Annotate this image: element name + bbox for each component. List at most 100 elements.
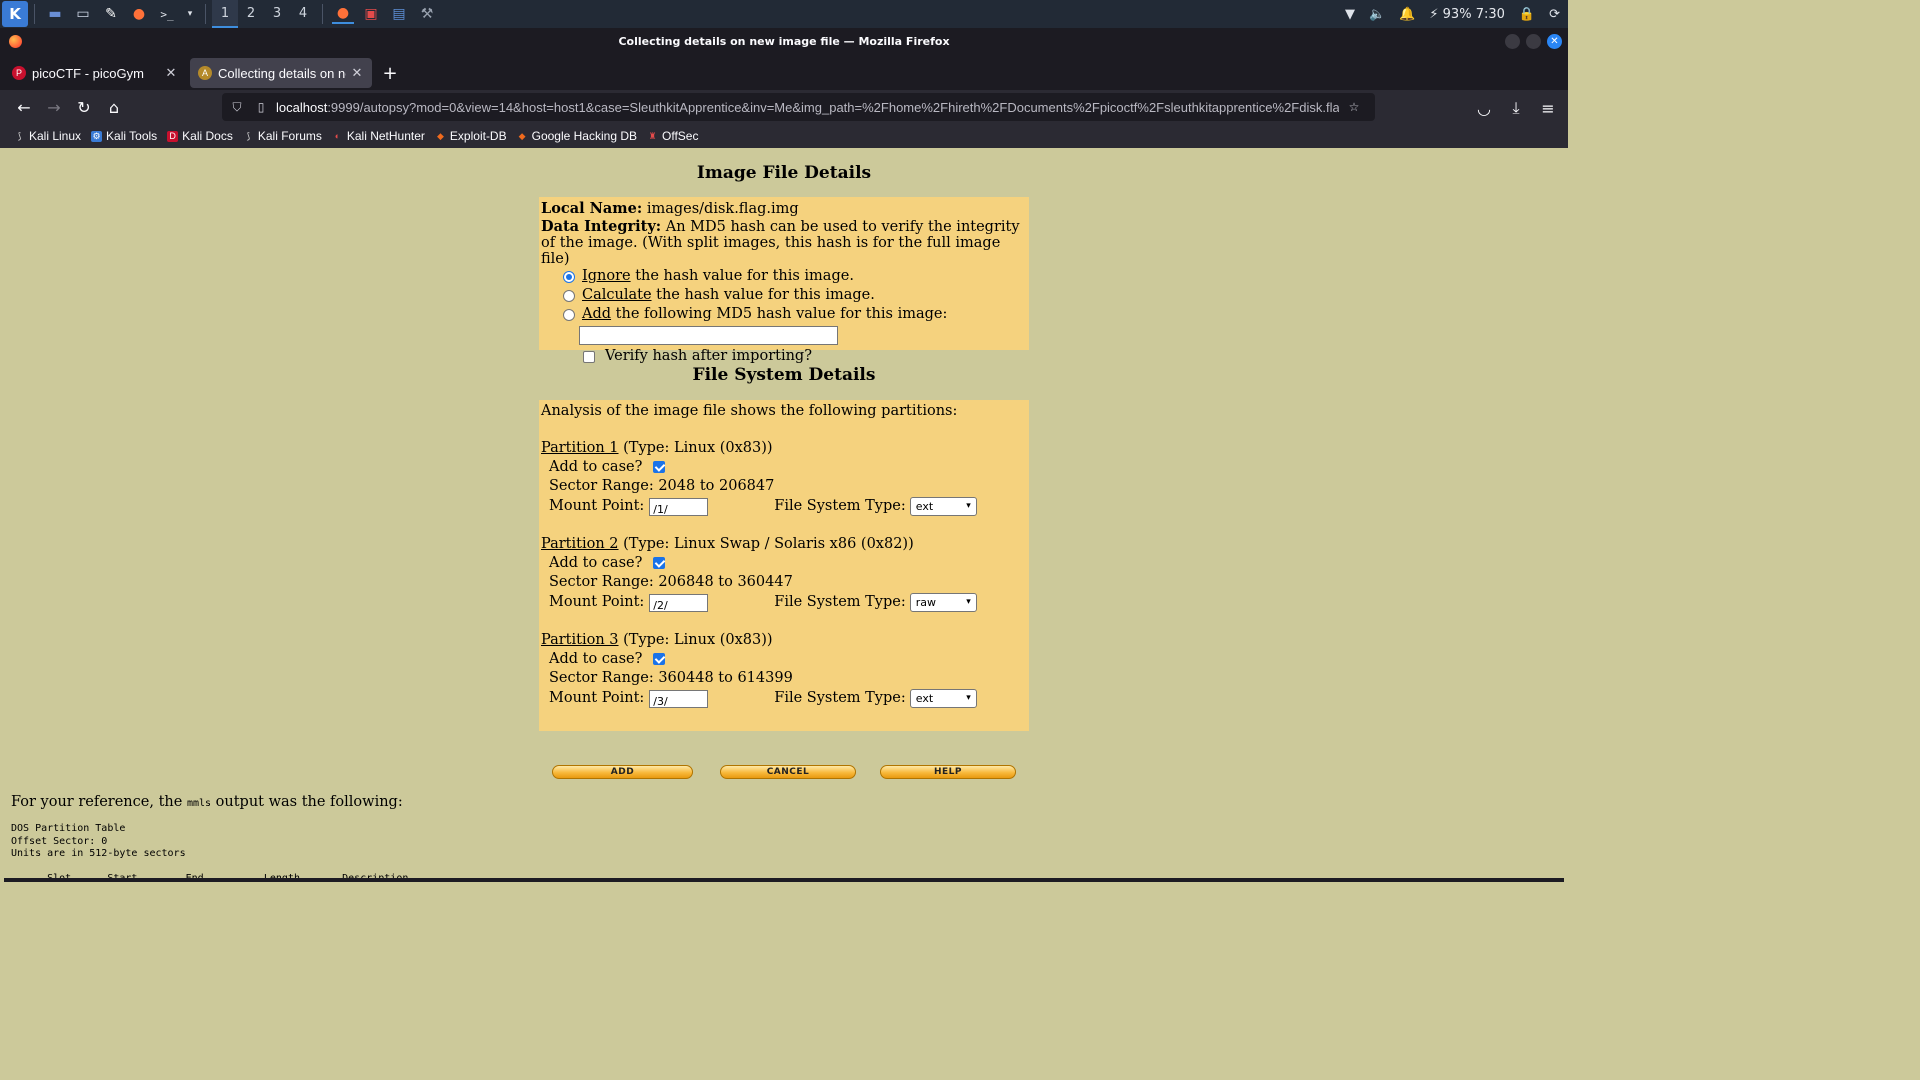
fs-type-select-1[interactable]: ext ▾ [909,497,977,516]
local-name-label: Local Name: [541,200,643,217]
url-text[interactable]: localhost:9999/autopsy?mod=0&view=14&hos… [276,100,1339,115]
workspace-2[interactable]: 2 [238,0,264,28]
partition-type: (Type: Linux (0x83)) [623,440,773,456]
power-icon[interactable]: ⟳ [1549,7,1560,22]
verify-hash-checkbox[interactable] [583,350,595,363]
integrity-label: Data Integrity: [541,218,662,235]
url-path: :9999/autopsy?mod=0&view=14&host=host1&c… [327,99,1339,115]
radio-add[interactable] [563,308,575,321]
cancel-button[interactable]: CANCEL [720,765,856,779]
add-link[interactable]: Add [582,305,611,324]
radio-calculate[interactable] [563,289,575,302]
kali-menu-icon[interactable]: K [2,1,28,27]
text-editor-icon[interactable]: ✎ [100,4,122,24]
terminal-icon[interactable]: >_ [156,4,178,24]
mmls-output: DOS Partition Table Offset Sector: 0 Uni… [11,823,409,882]
bookmark-kali-docs[interactable]: D Kali Docs [167,129,233,143]
bookmark-kali-tools[interactable]: ⚙ Kali Tools [91,129,157,143]
battery-status[interactable]: ⚡ 93% 7:30 [1429,7,1505,22]
notification-bell-icon[interactable]: 🔔 [1399,7,1415,22]
url-bar[interactable]: ⛉ ▯ localhost:9999/autopsy?mod=0&view=14… [222,93,1375,121]
app-window-icon[interactable]: ▣ [360,4,382,24]
firefox-icon[interactable]: ● [128,4,150,24]
shield-icon[interactable]: ⛉ [228,100,246,115]
mount-point-label: Mount Point: [549,594,645,610]
bookmark-label: Kali Linux [29,129,82,143]
ignore-link[interactable]: Ignore [582,267,631,286]
mount-point-label: Mount Point: [549,690,645,706]
bookmark-label: Kali Forums [257,129,322,143]
close-window-button[interactable]: ✕ [1547,34,1562,49]
file-manager-icon[interactable]: ▭ [72,4,94,24]
lock-icon[interactable]: 🔒 [1519,7,1535,22]
fs-type-select-3[interactable]: ext ▾ [909,689,977,708]
new-tab-button[interactable]: + [376,63,404,84]
folder-window-icon[interactable]: ▤ [388,4,410,24]
partition-1-link[interactable]: Partition 1 [541,440,619,456]
mount-point-input-2[interactable]: /2/ [649,593,709,612]
close-tab-icon[interactable]: ✕ [350,65,364,81]
tab-autopsy[interactable]: A Collecting details on new image file ✕ [190,58,372,88]
bookmark-kali-linux[interactable]: ⟆ Kali Linux [14,129,81,143]
add-partition-1-checkbox[interactable] [652,461,665,473]
forward-button[interactable]: → [40,93,68,121]
url-host: localhost [276,99,328,115]
mount-point-input-3[interactable]: /3/ [649,689,709,708]
add-button[interactable]: ADD [552,765,693,779]
maximize-button[interactable] [1526,34,1541,49]
partition-3-link[interactable]: Partition 3 [541,632,619,648]
home-button[interactable]: ⌂ [100,93,128,121]
reload-button[interactable]: ↻ [70,93,98,121]
close-tab-icon[interactable]: ✕ [164,65,178,81]
mount-point-input-1[interactable]: /1/ [649,497,709,516]
window-title: Collecting details on new image file — M… [618,35,950,48]
bookmark-google-hacking-db[interactable]: ◆ Google Hacking DB [517,129,637,143]
volume-icon[interactable]: 🔈 [1369,7,1385,22]
add-partition-2-checkbox[interactable] [652,557,665,569]
mmls-line: Slot Start End Length Description [11,873,409,882]
tab-picoctf[interactable]: P picoCTF - picoGym ✕ [4,58,186,88]
bookmark-star-icon[interactable]: ☆ [1345,100,1363,114]
downloads-icon[interactable]: ⤓ [1506,94,1526,122]
calculate-link[interactable]: Calculate [582,286,652,305]
wifi-icon[interactable]: ▼ [1345,7,1355,22]
bookmark-kali-nethunter[interactable]: ◐ Kali NetHunter [332,129,425,143]
workspace-3[interactable]: 3 [264,0,290,28]
menu-icon[interactable]: ≡ [1538,94,1558,122]
page-info-icon[interactable]: ▯ [252,100,270,114]
offsec-icon: ♜ [648,130,657,141]
hash-option-ignore[interactable]: Ignore the hash value for this image. [563,267,1027,286]
bookmark-label: Kali NetHunter [346,129,425,143]
hash-option-add[interactable]: Add the following MD5 hash value for thi… [563,305,1027,324]
tool-window-icon[interactable]: ⚒ [416,4,438,24]
exploit-db-icon: ◆ [436,130,444,141]
bookmark-offsec[interactable]: ♜ OffSec [647,129,698,143]
workspace-1[interactable]: 1 [212,0,238,28]
bookmark-exploit-db[interactable]: ◆ Exploit-DB [435,129,507,143]
partition-2-link[interactable]: Partition 2 [541,536,619,552]
battery-percent: 93% [1442,6,1472,22]
workspace-4[interactable]: 4 [290,0,316,28]
fs-type-value: ext [915,692,934,705]
back-button[interactable]: ← [10,93,38,121]
firefox-window-icon[interactable]: ● [332,4,354,24]
bookmark-kali-forums[interactable]: ⟆ Kali Forums [243,129,322,143]
fs-type-select-2[interactable]: raw ▾ [909,593,977,612]
desktop-icon[interactable]: ▬ [44,4,66,24]
verify-hash-row[interactable]: Verify hash after importing? [583,347,1027,366]
add-partition-3-checkbox[interactable] [652,653,665,665]
radio-ignore[interactable] [563,270,575,283]
md5-hash-input[interactable] [579,326,838,345]
fs-details-panel: Analysis of the image file shows the fol… [539,400,1029,731]
add-to-case-label: Add to case? [549,555,643,571]
help-button[interactable]: HELP [880,765,1016,779]
pocket-icon[interactable]: ◡ [1474,94,1494,122]
chevron-down-icon: ▾ [966,693,971,703]
chevron-down-icon[interactable]: ▾ [184,4,196,24]
tab-title: picoCTF - picoGym [32,65,144,81]
navigation-toolbar: ← → ↻ ⌂ ⛉ ▯ localhost:9999/autopsy?mod=0… [0,90,1568,124]
minimize-button[interactable] [1505,34,1520,49]
partition-1: Partition 1 (Type: Linux (0x83)) Add to … [541,439,1027,517]
hash-option-calculate[interactable]: Calculate the hash value for this image. [563,286,1027,305]
picoctf-favicon-icon: P [12,66,26,80]
